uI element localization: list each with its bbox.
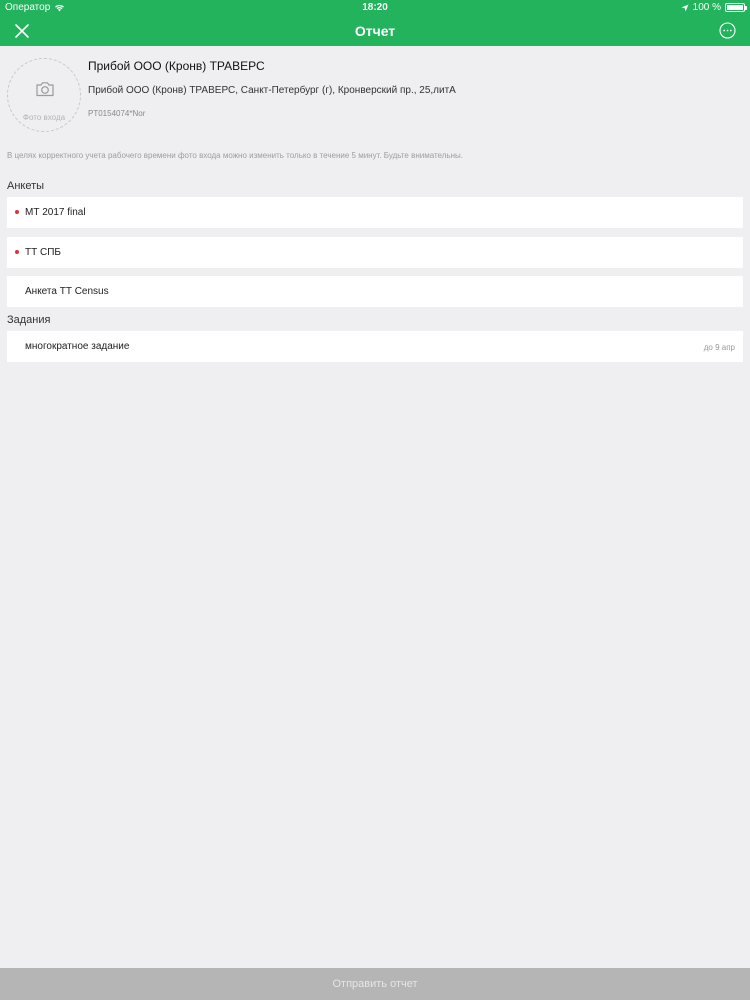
shop-name: Прибой ООО (Кронв) ТРАВЕРС [88,59,265,73]
status-right: 100 % [681,2,747,13]
nav-bar: Отчет [0,16,750,46]
task-item[interactable]: многократное задание до 9 апр [7,331,743,362]
submit-report-label: Отправить отчет [332,978,418,990]
survey-item[interactable]: ТТ СПБ [7,237,743,268]
required-dot [15,210,19,214]
shop-code: PT0154074*Nor [88,109,146,118]
survey-item-label: МТ 2017 final [25,207,86,218]
surveys-section-title: Анкеты [7,180,45,192]
entry-photo-label: Фото входа [22,113,66,122]
task-due-date: до 9 апр [703,343,735,352]
location-arrow-icon [681,4,689,11]
survey-item[interactable]: МТ 2017 final [7,197,743,228]
battery-percent: 100 % [692,2,721,13]
task-item-label: многократное задание [25,341,130,352]
camera-icon [36,82,54,97]
tasks-section-title: Задания [7,314,51,326]
required-dot [15,250,19,254]
battery-icon [725,3,747,12]
entry-photo-button[interactable]: Фото входа [7,58,81,132]
survey-item-label: ТТ СПБ [25,247,61,258]
status-bar: Оператор 18:20 100 % [0,0,750,16]
photo-notice: В целях корректного учета рабочего време… [7,151,463,160]
shop-header: Фото входа Прибой ООО (Кронв) ТРАВЕРС Пр… [0,46,750,146]
more-icon[interactable] [719,22,736,39]
shop-address: Прибой ООО (Кронв) ТРАВЕРС, Санкт-Петерб… [88,85,456,96]
status-time: 18:20 [362,2,388,13]
survey-item-label: Анкета ТТ Census [25,286,109,297]
page-title: Отчет [354,23,396,39]
submit-report-button[interactable]: Отправить отчет [0,968,750,1000]
survey-item[interactable]: Анкета ТТ Census [7,276,743,307]
